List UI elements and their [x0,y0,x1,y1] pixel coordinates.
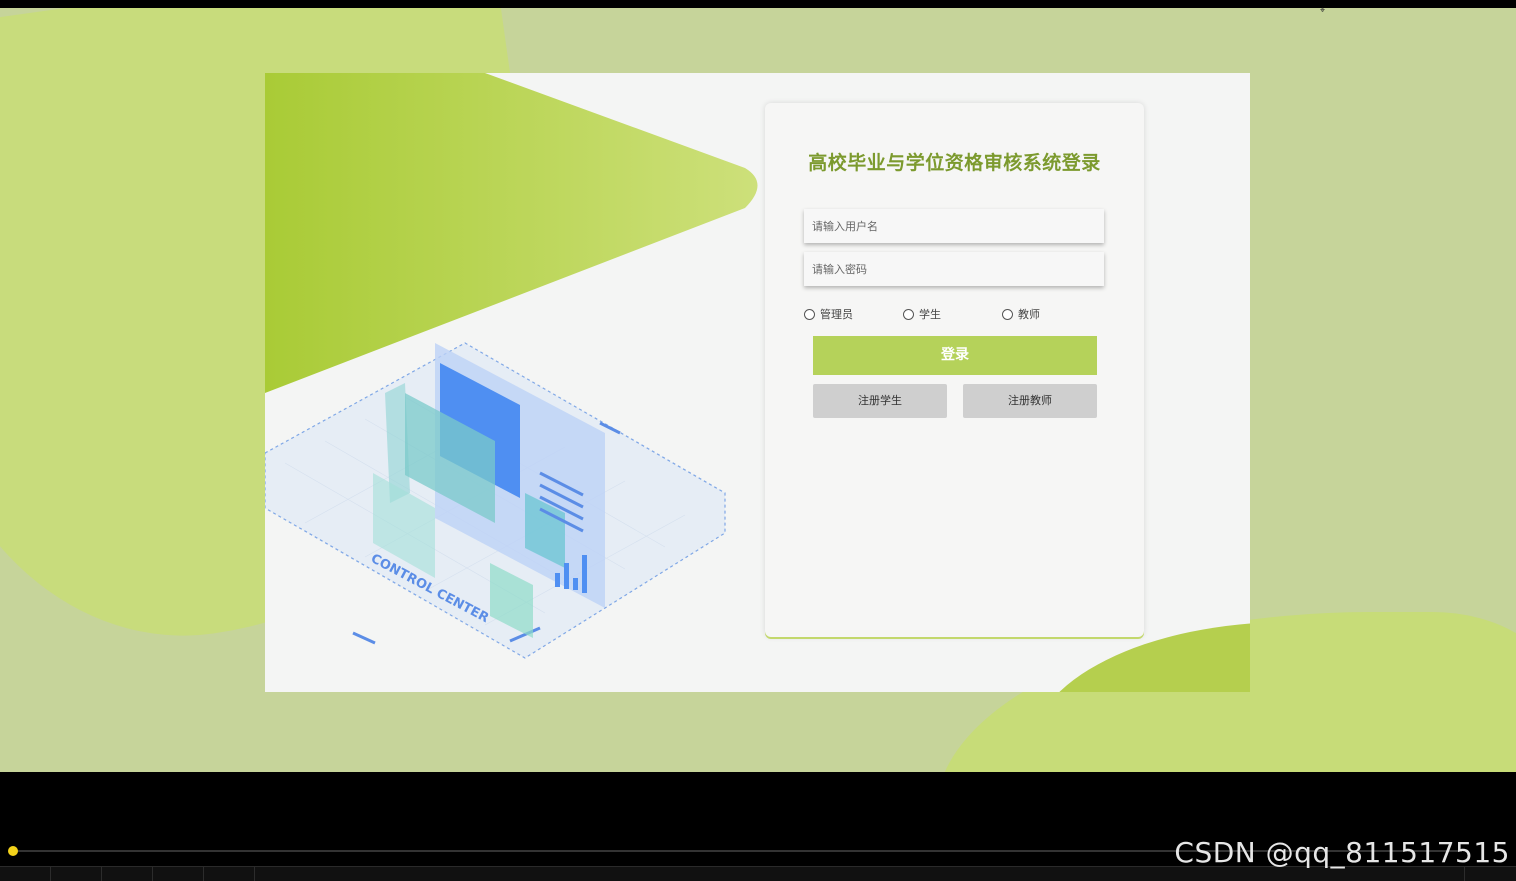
role-label: 教师 [1018,308,1040,321]
username-input[interactable] [804,209,1104,243]
strip-divider [203,867,204,881]
strip-divider [254,867,255,881]
strip-divider [101,867,102,881]
mouse-cursor-icon: ⌖ [1320,6,1326,16]
login-button[interactable]: 登录 [813,336,1097,375]
role-option-admin[interactable]: 管理员 [804,306,853,322]
radio-icon[interactable] [804,308,815,320]
control-center-illustration: CONTROL CENTER [265,342,726,659]
radio-icon[interactable] [903,308,914,320]
login-title: 高校毕业与学位资格审核系统登录 [808,152,1101,174]
role-option-student[interactable]: 学生 [903,306,941,322]
watermark-text: CSDN @qq_811517515 [1174,836,1510,869]
register-student-button[interactable]: 注册学生 [813,384,947,418]
register-teacher-button[interactable]: 注册教师 [963,384,1097,418]
role-label: 管理员 [820,308,853,321]
radio-icon[interactable] [1002,308,1013,320]
strip-divider [1464,867,1465,881]
password-input[interactable] [804,252,1104,286]
role-option-teacher[interactable]: 教师 [1002,306,1040,322]
role-radio-group: 管理员 学生 教师 [804,306,1104,324]
role-label: 学生 [919,308,941,321]
login-card: 高校毕业与学位资格审核系统登录 管理员 学生 教师 登录 注册学生 注册教师 [765,103,1144,637]
strip-divider [50,867,51,881]
progress-knob[interactable] [8,846,18,856]
strip-divider [152,867,153,881]
